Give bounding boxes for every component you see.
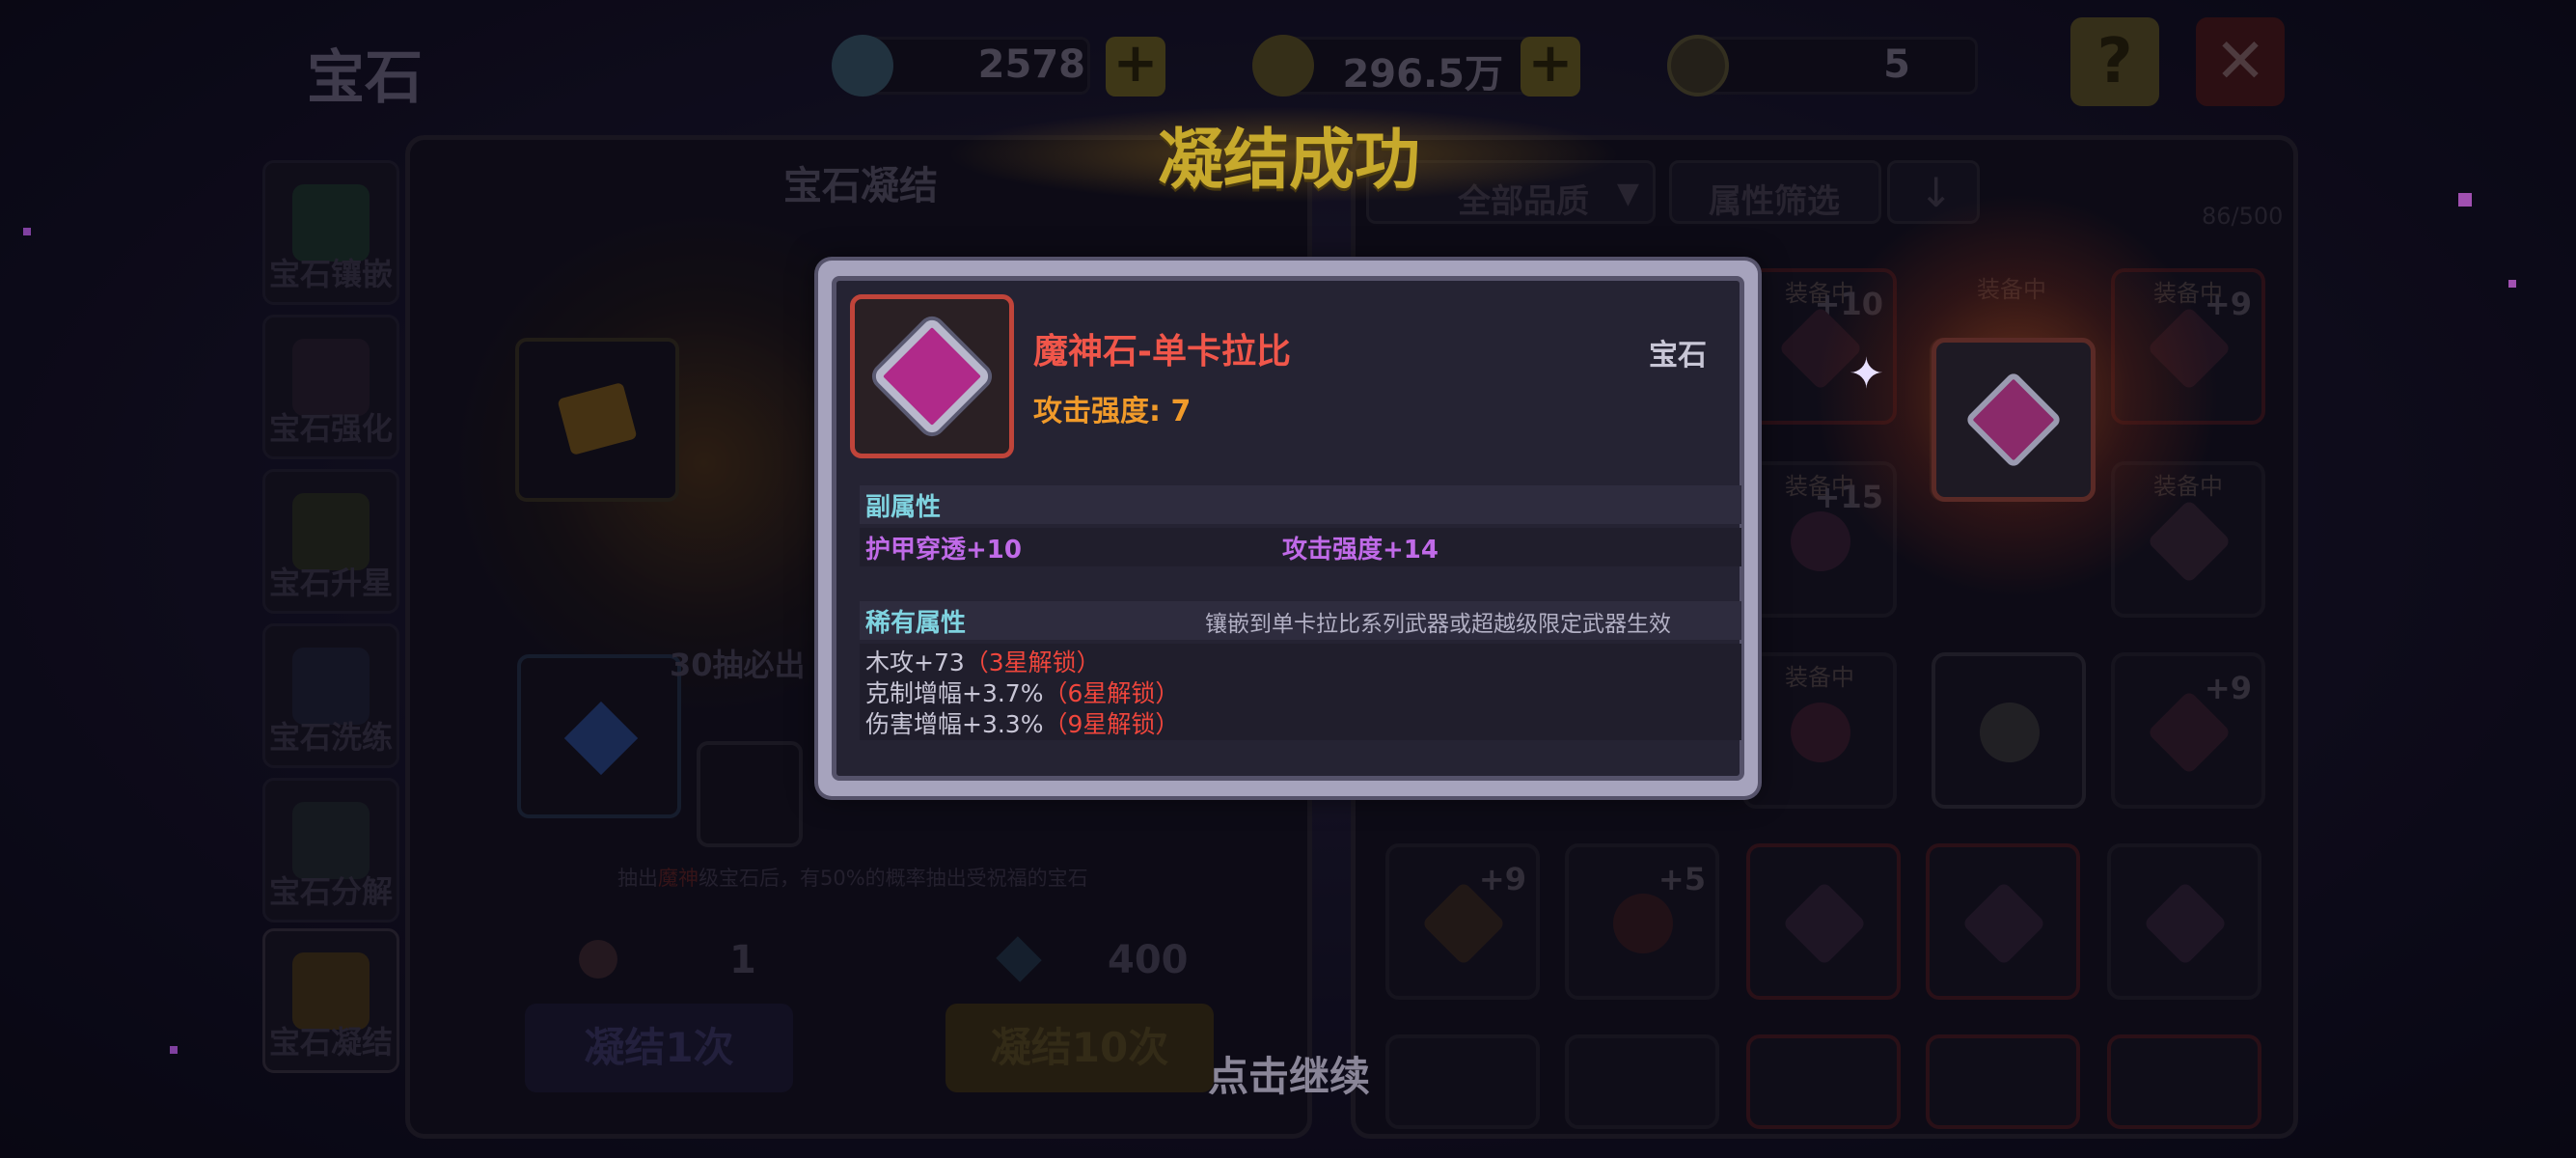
- rare-attr-value: 克制增幅+3.7%: [865, 679, 1044, 707]
- star-decor: [170, 1046, 178, 1054]
- tap-to-continue[interactable]: 点击继续: [1208, 1044, 1370, 1103]
- rare-attr-value: 伤害增幅+3.3%: [865, 710, 1044, 738]
- success-banner: 凝结成功: [1158, 123, 1421, 199]
- rare-attr-value: 木攻+73: [865, 648, 965, 676]
- unlock-requirement: （9星解锁）: [1043, 710, 1180, 738]
- attack-stat: 攻击强度: 7: [1033, 395, 1192, 428]
- sub-attr-armor-pen: 护甲穿透+10: [865, 536, 1022, 565]
- gem-portrait: [850, 294, 1014, 458]
- popup-body: 魔神石-单卡拉比 宝石 攻击强度: 7 副属性 护甲穿透+10 攻击强度+14 …: [832, 276, 1744, 781]
- rare-attr-note: 镶嵌到单卡拉比系列武器或超越级限定武器生效: [1205, 612, 1671, 637]
- unlock-requirement: （3星解锁）: [964, 648, 1101, 676]
- rare-attr-line: 伤害增幅+3.3%（9星解锁）: [865, 705, 1179, 740]
- rare-attr-title: 稀有属性: [865, 609, 967, 638]
- gem-category: 宝石: [1649, 339, 1707, 372]
- gem-name: 魔神石-单卡拉比: [1033, 332, 1291, 372]
- demon-gem-icon: [871, 316, 993, 437]
- star-decor: [2508, 280, 2516, 288]
- rare-attr-line: 克制增幅+3.7%（6星解锁）: [865, 675, 1179, 709]
- sub-attr-header-row: [860, 485, 1741, 524]
- sparkle-icon: ✦: [1849, 349, 1884, 399]
- rare-attr-line: 木攻+73（3星解锁）: [865, 644, 1101, 678]
- gem-detail-popup: 魔神石-单卡拉比 宝石 攻击强度: 7 副属性 护甲穿透+10 攻击强度+14 …: [818, 261, 1758, 796]
- sub-attr-title: 副属性: [865, 493, 942, 522]
- result-gem-slot[interactable]: [1932, 338, 2096, 502]
- demon-gem-icon: [1964, 371, 2063, 469]
- star-decor: [2458, 193, 2472, 207]
- sub-attr-attack: 攻击强度+14: [1282, 536, 1439, 565]
- unlock-requirement: （6星解锁）: [1043, 679, 1180, 707]
- star-decor: [23, 228, 31, 235]
